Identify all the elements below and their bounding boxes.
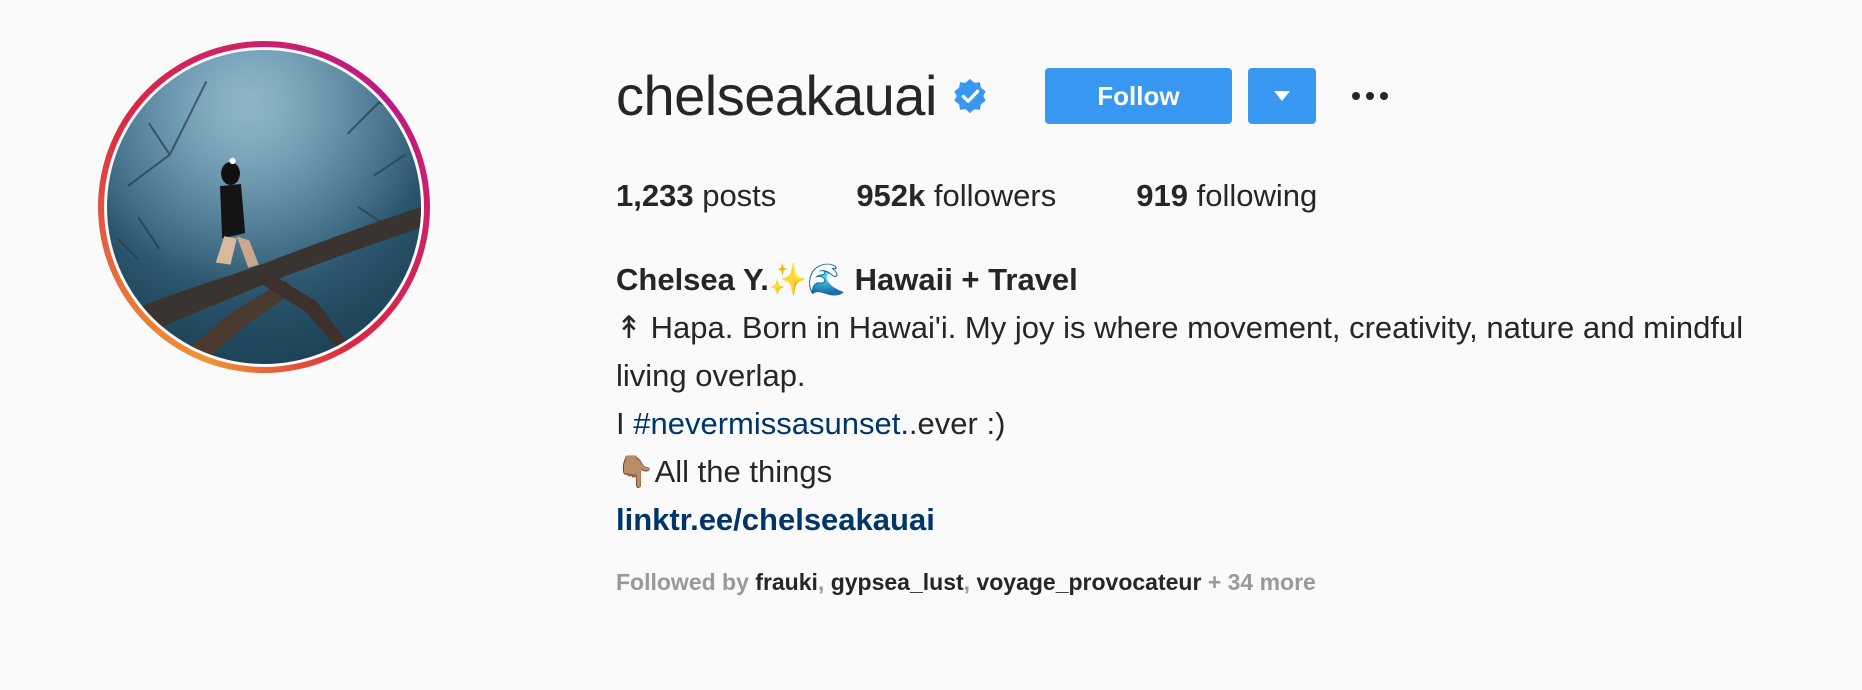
bio-text: ..ever :): [900, 406, 1006, 441]
separator: ,: [963, 569, 977, 595]
avatar-ring[interactable]: [98, 41, 430, 373]
following-stat[interactable]: 919 following: [1136, 176, 1317, 216]
following-count: 919: [1136, 178, 1188, 213]
profile-bio: Chelsea Y.✨🌊 Hawaii + Travel ↟ Hapa. Bor…: [616, 256, 1846, 544]
follow-button[interactable]: Follow: [1044, 68, 1232, 124]
profile-stats: 1,233 posts 952k followers 919 following: [616, 176, 1317, 216]
following-label: following: [1196, 178, 1318, 213]
bio-line-2: living overlap.: [616, 358, 806, 393]
avatar[interactable]: [107, 50, 421, 364]
mutual-follower-link[interactable]: gypsea_lust: [831, 569, 964, 595]
followed-by[interactable]: Followed by frauki, gypsea_lust, voyage_…: [616, 569, 1316, 596]
followed-by-label: Followed by: [616, 569, 749, 595]
posts-stat: 1,233 posts: [616, 176, 776, 216]
avatar-photo: [107, 50, 421, 364]
dot: [1365, 92, 1374, 100]
bio-text: I: [616, 406, 634, 441]
followers-label: followers: [933, 178, 1057, 213]
bio-line-3: I #nevermissasunset..ever :): [616, 400, 1846, 448]
posts-count: 1,233: [616, 178, 694, 213]
hashtag-link[interactable]: #nevermissasunset: [633, 406, 900, 441]
more-followers-count[interactable]: + 34 more: [1208, 569, 1316, 595]
more-options-icon[interactable]: [1342, 68, 1398, 124]
suggestions-dropdown-button[interactable]: [1247, 68, 1316, 124]
bio-line-1: ↟ Hapa. Born in Hawai'i. My joy is where…: [616, 310, 1744, 345]
dot: [1379, 92, 1388, 100]
full-name: Chelsea Y.✨🌊 Hawaii + Travel: [616, 262, 1078, 297]
caret-down-icon: [1273, 91, 1290, 101]
mutual-follower-link[interactable]: frauki: [755, 569, 818, 595]
posts-label: posts: [702, 178, 777, 213]
website-link[interactable]: linktr.ee/chelseakauai: [616, 502, 935, 537]
dot: [1351, 92, 1360, 100]
bio-line-4: 👇🏽All the things: [616, 454, 833, 489]
verified-badge-icon: [954, 78, 986, 114]
profile-header: chelseakauai Follow: [616, 66, 1398, 126]
followers-stat[interactable]: 952k followers: [856, 176, 1056, 216]
mutual-follower-link[interactable]: voyage_provocateur: [976, 569, 1201, 595]
followers-count: 952k: [856, 178, 926, 213]
separator: ,: [817, 569, 831, 595]
username: chelseakauai: [616, 64, 937, 127]
